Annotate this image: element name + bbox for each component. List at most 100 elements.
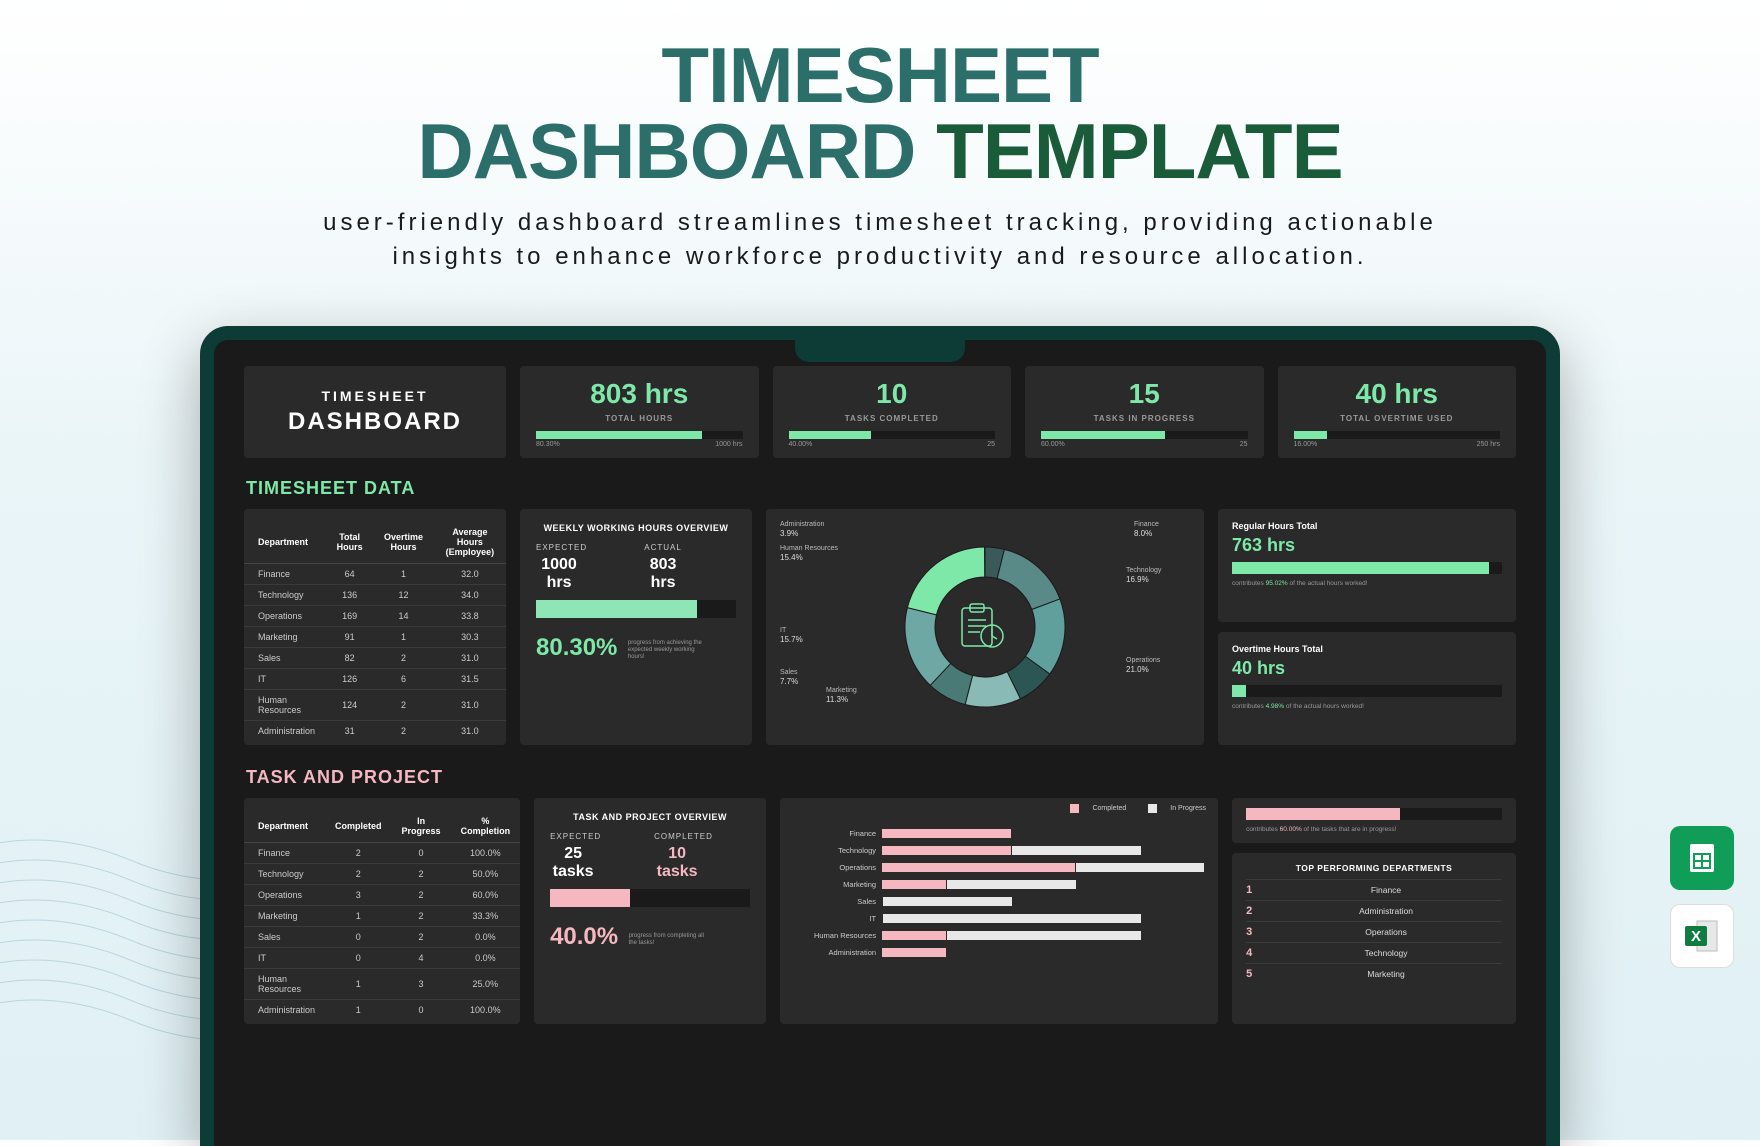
bar-row: Sales [794, 894, 1204, 908]
timesheet-table-card: DepartmentTotal HoursOvertime HoursAvera… [244, 509, 506, 745]
dashboard-screen: TIMESHEET DASHBOARD 803 hrs TOTAL HOURS … [214, 340, 1546, 1146]
kpi-value: 803 hrs [536, 378, 743, 410]
kpi-bar: 80.30%1000 hrs [536, 431, 743, 439]
table-row: Operations3260.0% [244, 885, 520, 906]
task-overview-title: TASK AND PROJECT OVERVIEW [550, 812, 750, 822]
kpi-bar: 16.00%250 hrs [1294, 431, 1501, 439]
top-dep-row: 2Administration [1246, 900, 1502, 921]
kpi-label: TOTAL HOURS [536, 414, 743, 423]
table-row: IT040.0% [244, 948, 520, 969]
regular-hours-card: Regular Hours Total 763 hrs contributes … [1218, 509, 1516, 622]
overtime-hours-value: 40 hrs [1232, 658, 1502, 679]
timesheet-row: DepartmentTotal HoursOvertime HoursAvera… [244, 509, 1516, 745]
dashboard-title-card: TIMESHEET DASHBOARD [244, 366, 506, 458]
kpi-label: TASKS COMPLETED [789, 414, 996, 423]
th: Completed [325, 810, 392, 843]
th: Average Hours (Employee) [434, 521, 506, 564]
bar-row: Technology [794, 843, 1204, 857]
th: % Completion [451, 810, 520, 843]
task-note: progress from completing all the tasks! [629, 933, 709, 947]
kpi-label: TASKS IN PROGRESS [1041, 414, 1248, 423]
top-departments-card: TOP PERFORMING DEPARTMENTS 1Finance2Admi… [1232, 853, 1516, 1024]
bar-row: Administration [794, 945, 1204, 959]
google-sheets-icon[interactable] [1670, 826, 1734, 890]
right-column: contributes 60.00% of the tasks that are… [1232, 798, 1516, 1024]
kpi-value: 10 [789, 378, 996, 410]
donut-label: Operations21.0% [1126, 657, 1160, 675]
donut-label: Finance8.0% [1134, 521, 1159, 539]
weekly-expected: 1000 hrs [536, 556, 582, 592]
kpi-1: 10 TASKS COMPLETED 40.00%25 [773, 366, 1012, 458]
task-pct: 40.0% [550, 923, 618, 951]
donut-label: Technology16.9% [1126, 567, 1161, 585]
bar-row: IT [794, 911, 1204, 925]
table-row: Sales020.0% [244, 927, 520, 948]
timesheet-table: DepartmentTotal HoursOvertime HoursAvera… [244, 521, 506, 741]
bar-row: Human Resources [794, 928, 1204, 942]
kpi-value: 40 hrs [1294, 378, 1501, 410]
table-row: Finance64132.0 [244, 564, 506, 585]
table-row: Administration31231.0 [244, 721, 506, 742]
weekly-overview-card: WEEKLY WORKING HOURS OVERVIEW EXPECTED10… [520, 509, 752, 745]
th: Department [244, 521, 326, 564]
section-title-timesheet: TIMESHEET DATA [246, 478, 1516, 499]
task-row: DepartmentCompletedIn Progress% Completi… [244, 798, 1516, 1024]
section-title-task: TASK AND PROJECT [246, 767, 1516, 788]
bar-row: Marketing [794, 877, 1204, 891]
format-icons: X [1670, 826, 1734, 968]
donut-chart [900, 542, 1070, 712]
kpi-2: 15 TASKS IN PROGRESS 60.00%25 [1025, 366, 1264, 458]
table-row: Finance20100.0% [244, 843, 520, 864]
th: Overtime Hours [373, 521, 434, 564]
task-overview-card: TASK AND PROJECT OVERVIEW EXPECTED25 tas… [534, 798, 766, 1024]
svg-text:X: X [1691, 928, 1701, 945]
kpi-3: 40 hrs TOTAL OVERTIME USED 16.00%250 hrs [1278, 366, 1517, 458]
donut-label: IT15.7% [780, 627, 803, 645]
table-row: Administration10100.0% [244, 1000, 520, 1021]
weekly-note: progress from achieving the expected wee… [628, 640, 708, 662]
table-row: Human Resources124231.0 [244, 690, 506, 721]
device-notch [795, 338, 965, 362]
top-dep-title: TOP PERFORMING DEPARTMENTS [1246, 863, 1502, 873]
weekly-pct: 80.30% [536, 634, 617, 662]
hero-title: TIMESHEET DASHBOARD TEMPLATE [0, 38, 1760, 188]
kpi-value: 15 [1041, 378, 1248, 410]
th: Department [244, 810, 325, 843]
title-big: DASHBOARD [254, 408, 496, 436]
top-dep-row: 4Technology [1246, 942, 1502, 963]
kpi-bar: 60.00%25 [1041, 431, 1248, 439]
bars-card: Completed In Progress Finance Technology… [780, 798, 1218, 1024]
top-row: TIMESHEET DASHBOARD 803 hrs TOTAL HOURS … [244, 366, 1516, 458]
device-frame: TIMESHEET DASHBOARD 803 hrs TOTAL HOURS … [200, 326, 1560, 1146]
donut-label: Marketing11.3% [826, 687, 857, 705]
bar-row: Operations [794, 860, 1204, 874]
table-row: Human Resources1325.0% [244, 969, 520, 1000]
kpi-bar: 40.00%25 [789, 431, 996, 439]
hero-subtitle: user-friendly dashboard streamlines time… [0, 206, 1760, 273]
donut-label: Administration3.9% [780, 521, 824, 539]
top-dep-row: 1Finance [1246, 879, 1502, 900]
table-row: Marketing1233.3% [244, 906, 520, 927]
task-expected: 25 tasks [550, 845, 596, 881]
top-dep-row: 3Operations [1246, 921, 1502, 942]
th: Total Hours [326, 521, 373, 564]
hero-line1: TIMESHEET [661, 31, 1098, 119]
weekly-title: WEEKLY WORKING HOURS OVERVIEW [536, 523, 736, 533]
table-row: Technology2250.0% [244, 864, 520, 885]
task-progress-bar [550, 889, 750, 907]
table-row: IT126631.5 [244, 669, 506, 690]
th: In Progress [392, 810, 451, 843]
bars-legend: Completed In Progress [1050, 804, 1206, 813]
kpi-label: TOTAL OVERTIME USED [1294, 414, 1501, 423]
hero: TIMESHEET DASHBOARD TEMPLATE user-friend… [0, 0, 1760, 273]
task-table-card: DepartmentCompletedIn Progress% Completi… [244, 798, 520, 1024]
donut-card: Administration3.9% Human Resources15.4% IT… [766, 509, 1204, 745]
table-row: Sales82231.0 [244, 648, 506, 669]
table-row: Operations1691433.8 [244, 606, 506, 627]
hero-line2a: DASHBOARD [417, 107, 936, 195]
donut-label: Human Resources15.4% [780, 545, 838, 563]
top-dep-row: 5Marketing [1246, 963, 1502, 984]
title-small: TIMESHEET [254, 388, 496, 404]
excel-icon[interactable]: X [1670, 904, 1734, 968]
regular-hours-value: 763 hrs [1232, 535, 1502, 556]
